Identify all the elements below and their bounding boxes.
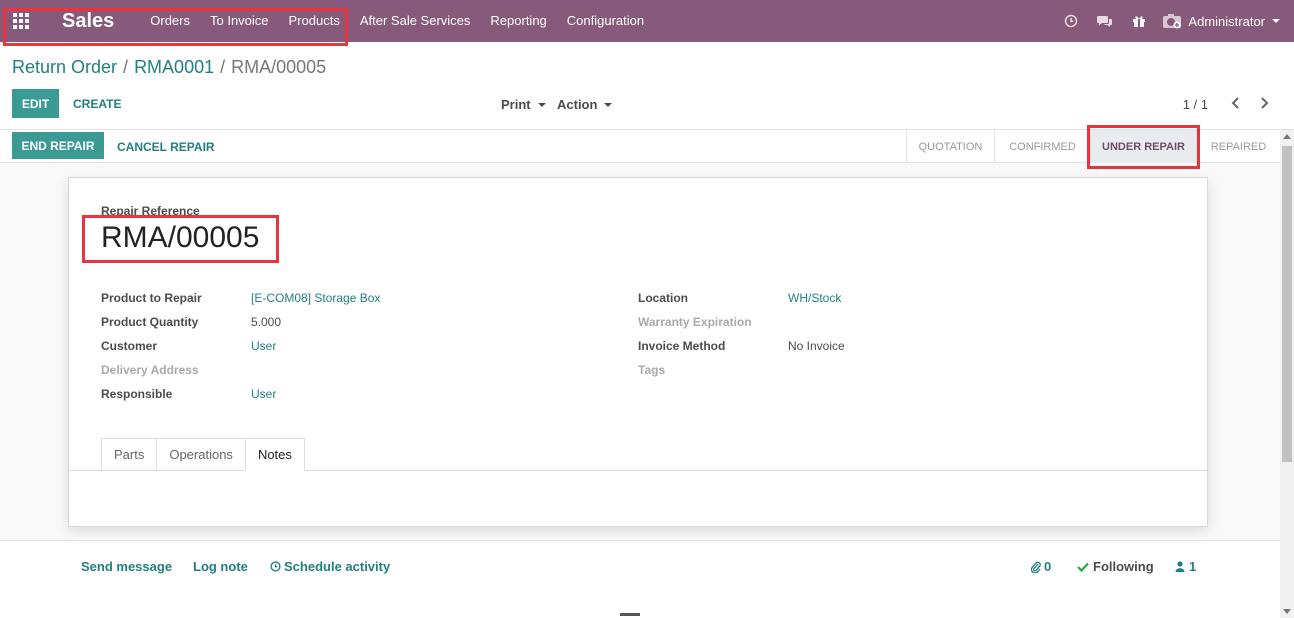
breadcrumb-separator: / [220, 57, 226, 77]
control-panel: Return Order / RMA0001 / RMA/00005 EDIT … [0, 42, 1294, 130]
schedule-activity-button[interactable]: Schedule activity [270, 559, 390, 574]
tab-operations[interactable]: Operations [156, 438, 245, 471]
tab-notes[interactable]: Notes [244, 438, 305, 471]
check-icon [1077, 562, 1089, 572]
breadcrumb-separator: / [123, 57, 129, 77]
paperclip-icon [1031, 561, 1041, 573]
print-dropdown[interactable]: Print [501, 97, 546, 112]
breadcrumb-rma0001[interactable]: RMA0001 [134, 57, 214, 78]
pager-previous-icon[interactable] [1227, 94, 1245, 112]
warranty-expiration-label: Warranty Expiration [638, 315, 752, 329]
invoice-method-value: No Invoice [788, 339, 845, 353]
invoice-method-label: Invoice Method [638, 339, 726, 353]
print-label: Print [501, 97, 531, 112]
gift-icon[interactable] [1122, 0, 1156, 42]
schedule-activity-label: Schedule activity [284, 559, 391, 574]
status-quotation[interactable]: QUOTATION [906, 130, 994, 163]
menu-reporting[interactable]: Reporting [480, 0, 556, 42]
attachments-button[interactable]: 0 [1031, 559, 1051, 574]
discuss-chat-icon[interactable] [1088, 0, 1122, 42]
product-to-repair-value[interactable]: [E-COM08] Storage Box [251, 291, 380, 305]
menu-configuration[interactable]: Configuration [557, 0, 654, 42]
breadcrumb-highlight [3, 8, 348, 46]
customer-value[interactable]: User [251, 339, 276, 353]
caret-down-icon [604, 102, 613, 107]
chatter: Send message Log note Schedule activity … [0, 540, 1280, 618]
breadcrumb: Return Order / RMA0001 / RMA/00005 [12, 57, 326, 78]
product-to-repair-label: Product to Repair [101, 291, 202, 305]
systray: Administrator [1054, 0, 1294, 42]
user-icon [1175, 561, 1185, 572]
following-label: Following [1093, 559, 1154, 574]
end-repair-button[interactable]: END REPAIR [12, 132, 104, 159]
cancel-repair-button[interactable]: CANCEL REPAIR [117, 140, 215, 154]
user-name: Administrator [1188, 13, 1265, 29]
clock-icon [270, 561, 281, 572]
status-confirmed[interactable]: CONFIRMED [994, 130, 1090, 163]
log-note-button[interactable]: Log note [193, 559, 248, 574]
tab-parts[interactable]: Parts [101, 438, 157, 471]
customer-label: Customer [101, 339, 158, 353]
user-menu[interactable]: Administrator [1162, 13, 1280, 29]
form-tabs: Parts Operations Notes [101, 438, 305, 471]
pager-value[interactable]: 1 / 1 [1183, 97, 1208, 112]
chevron-down-icon [1272, 19, 1280, 23]
tags-label: Tags [638, 363, 666, 377]
pager-next-icon[interactable] [1255, 94, 1273, 112]
status-highlight [1087, 125, 1200, 169]
timeline-separator [620, 613, 640, 616]
followers-count: 1 [1189, 559, 1197, 574]
action-dropdown[interactable]: Action [557, 97, 613, 112]
menu-after-sale-services[interactable]: After Sale Services [350, 0, 481, 42]
responsible-value[interactable]: User [251, 387, 276, 401]
product-quantity-value: 5.000 [251, 315, 282, 329]
scroll-thumb[interactable] [1282, 146, 1292, 462]
scroll-up-icon[interactable] [1283, 134, 1291, 139]
action-label: Action [557, 97, 598, 112]
reference-highlight [82, 215, 279, 263]
location-label: Location [638, 291, 688, 305]
user-avatar-icon [1163, 14, 1182, 29]
followers-button[interactable]: 1 [1175, 559, 1196, 574]
responsible-label: Responsible [101, 387, 173, 401]
caret-down-icon [537, 102, 546, 107]
edit-button[interactable]: EDIT [12, 89, 59, 118]
create-button[interactable]: CREATE [73, 97, 121, 111]
scroll-down-icon[interactable] [1283, 609, 1291, 614]
delivery-address-label: Delivery Address [101, 363, 199, 377]
following-button[interactable]: Following [1077, 559, 1154, 574]
status-repaired[interactable]: REPAIRED [1196, 130, 1280, 163]
attachments-count: 0 [1044, 559, 1052, 574]
location-value[interactable]: WH/Stock [788, 291, 841, 305]
breadcrumb-return-order[interactable]: Return Order [12, 57, 117, 78]
product-quantity-label: Product Quantity [101, 315, 199, 329]
send-message-button[interactable]: Send message [81, 559, 172, 574]
breadcrumb-current: RMA/00005 [231, 57, 327, 77]
page-scrollbar[interactable] [1280, 130, 1294, 618]
activity-clock-icon[interactable] [1054, 0, 1088, 42]
